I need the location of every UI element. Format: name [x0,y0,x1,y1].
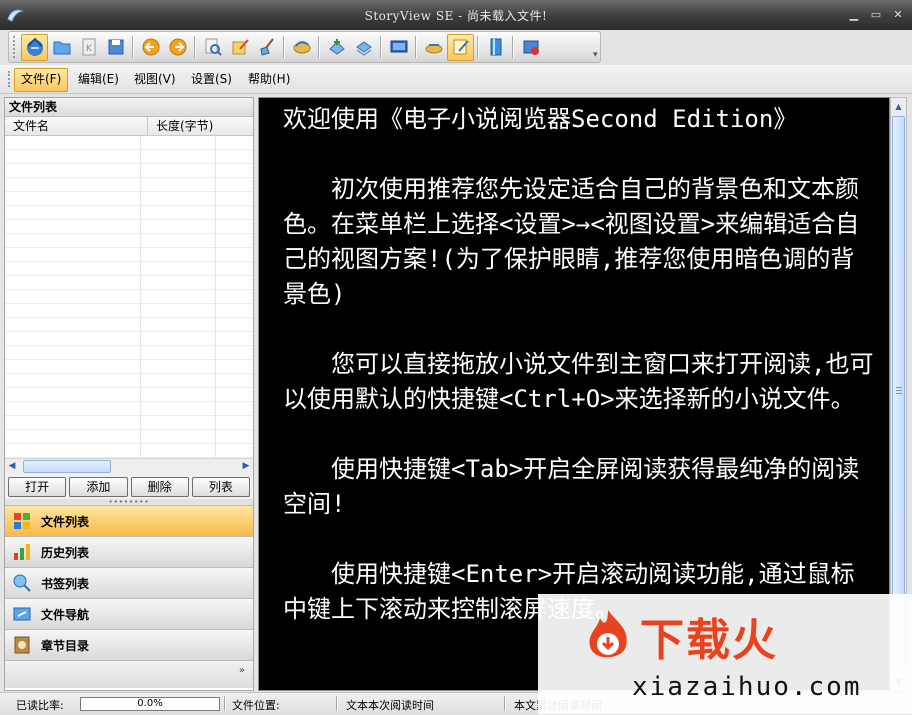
open-button[interactable]: 打开 [8,477,67,497]
minimize-icon[interactable]: ▁ [846,8,862,22]
session-read-time: 文本本次阅读时间 [346,699,434,712]
file-list-panel: 文件列表 文件名 长度(字节) ◀ ▶ 打开 添加 删除 列表 ••••••••… [4,97,254,691]
nav-file-navigation[interactable]: 文件导航 [5,598,253,629]
column-length[interactable]: 长度(字节) [148,117,253,135]
delete-button[interactable]: 删除 [130,477,189,497]
nav-footer: » [5,660,253,688]
toolbar-book-button[interactable] [482,34,509,61]
watermark-brand: 下载火 [640,615,778,666]
title-bar[interactable]: StoryView SE - 尚未载入文件! ▁ ▭ ✕ [0,0,912,30]
nav-history-list[interactable]: 历史列表 [5,536,253,567]
file-list-buttons: 打开 添加 删除 列表 [5,473,253,499]
windows-logo-icon [11,510,33,532]
arrow-left-icon [142,38,159,56]
document-k-icon: K [82,38,95,56]
column-filename[interactable]: 文件名 [5,117,148,135]
globe-home-icon [26,37,43,56]
reader-paragraph: 使用快捷键<Tab>开启全屏阅读获得最纯净的阅读空间! [283,455,860,518]
search-document-icon [205,38,222,56]
menu-settings[interactable]: 设置(S) [185,68,238,90]
floppy-save-icon [108,39,123,55]
folder-icon [53,41,70,55]
add-icon [328,39,345,55]
bar-chart-icon [11,541,33,563]
file-list-table[interactable] [5,136,253,458]
bookmark-edit-icon [232,39,249,55]
nav-label: 章节目录 [41,638,90,653]
toolbar-about-button[interactable] [517,34,544,61]
monitor-icon [390,40,407,53]
chapter-book-icon [11,634,33,656]
toolbar-overflow-icon[interactable]: ▾ [593,50,598,60]
compass-icon [11,603,33,625]
toolbar-find-button[interactable] [199,34,226,61]
nav-label: 文件列表 [41,514,90,529]
panel-title: 文件列表 [5,98,253,117]
layers-icon [355,41,372,56]
refresh-icon [293,41,310,54]
read-progress-bar: 0.0% [80,697,220,711]
toolbar-scroll-button[interactable] [420,34,447,61]
menu-view[interactable]: 视图(V) [128,68,182,90]
pencil-page-icon [453,39,469,55]
help-info-icon [523,40,539,55]
toolbar-recent-button[interactable]: K [75,34,102,61]
toolbar-save-button[interactable] [102,34,129,61]
menu-bar: 文件(F) 编辑(E) 视图(V) 设置(S) 帮助(H) [0,65,912,94]
chevron-double-right-icon[interactable]: » [239,665,245,676]
add-button[interactable]: 添加 [69,477,128,497]
toolbar-fullscreen-button[interactable] [385,34,412,61]
window-title: StoryView SE - 尚未载入文件! [364,9,548,23]
watermark-url: xiazaihuo.com [632,672,862,702]
reader-paragraph: 初次使用推荐您先设定适合自己的背景色和文本颜色。在菜单栏上选择<设置>→<视图设… [283,175,860,308]
toolbar-home-button[interactable] [21,33,48,61]
toolbar-back-button[interactable] [137,34,164,61]
file-list-header: 文件名 长度(字节) [5,117,253,136]
reader-paragraph: 欢迎使用《电子小说阅览器Second Edition》 [283,105,798,133]
scroll-left-icon[interactable]: ◀ [5,459,19,473]
file-position-label: 文件位置: [232,699,280,712]
file-list-hscrollbar[interactable]: ◀ ▶ [5,458,253,473]
toolbar-layers-button[interactable] [350,34,377,61]
nav-label: 历史列表 [41,545,90,560]
hscroll-thumb[interactable] [23,460,111,473]
scroll-mode-icon [425,44,442,54]
toolbar-bookmark-button[interactable] [226,34,253,61]
flame-download-logo-icon [589,610,627,658]
bookmark-search-icon [11,572,33,594]
nav-bookmark-list[interactable]: 书签列表 [5,567,253,598]
arrow-right-icon [169,38,186,56]
list-button[interactable]: 列表 [191,477,250,497]
menu-edit[interactable]: 编辑(E) [72,68,125,90]
close-icon[interactable]: ✕ [890,8,906,22]
reader-text: 欢迎使用《电子小说阅览器Second Edition》 初次使用推荐您先设定适合… [283,102,877,662]
toolbar-forward-button[interactable] [164,34,191,61]
nav-label: 文件导航 [41,607,90,622]
reader-paragraph: 您可以直接拖放小说文件到主窗口来打开阅读,也可以使用默认的快捷键<Ctrl+O>… [283,350,874,413]
book-icon [490,38,501,56]
menu-file[interactable]: 文件(F) [14,68,69,92]
vscroll-thumb[interactable] [892,116,905,671]
toolbar-open-button[interactable] [48,34,75,61]
toolbar-clean-button[interactable] [253,34,280,61]
broom-icon [259,38,274,56]
menu-help[interactable]: 帮助(H) [242,68,296,90]
read-ratio-value: 0.0% [137,698,163,709]
scroll-up-icon[interactable]: ▲ [891,99,906,114]
nav-label: 书签列表 [41,576,90,591]
scroll-right-icon[interactable]: ▶ [239,459,253,473]
read-ratio-label: 已读比率: [16,699,64,712]
app-window: StoryView SE - 尚未载入文件! ▁ ▭ ✕ K ▾ 文件(F) 编… [0,0,912,715]
main-toolbar: K [8,31,601,63]
watermark: 下载火 xiazaihuo.com [538,594,912,714]
toolbar-grip[interactable] [13,36,18,58]
nav-chapter-toc[interactable]: 章节目录 [5,629,253,660]
maximize-icon[interactable]: ▭ [868,8,884,22]
toolbar-add-bookmark-button[interactable] [323,34,350,61]
nav-file-list[interactable]: 文件列表 [5,505,253,536]
toolbar-view-settings-button[interactable] [447,33,474,61]
toolbar-encoding-button[interactable] [288,34,315,61]
